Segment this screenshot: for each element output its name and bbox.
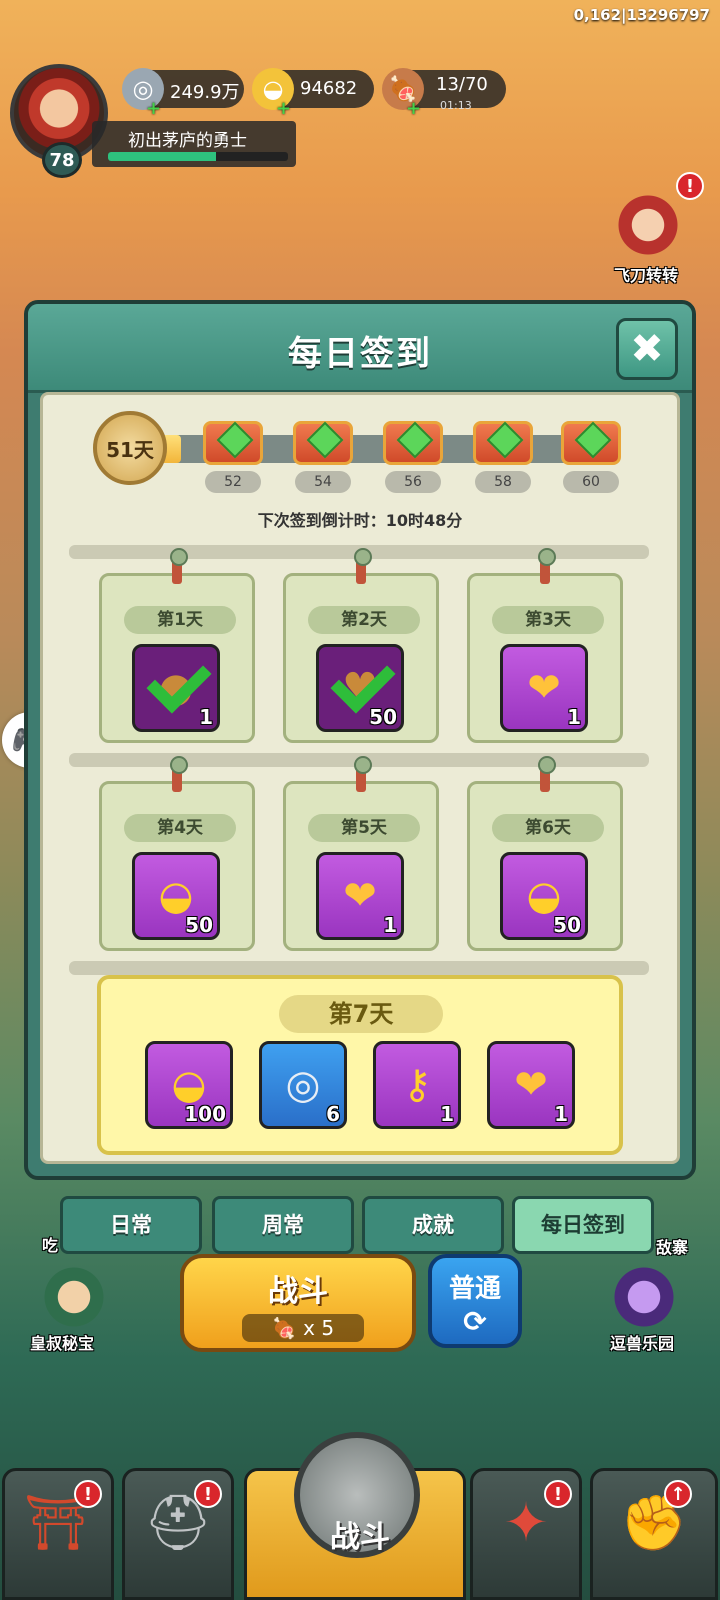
gold-value: 94682 xyxy=(300,78,358,99)
level-badge: 78 xyxy=(42,142,82,178)
heroes-alert-icon: ! xyxy=(544,1480,572,1508)
castle-alert-icon: ! xyxy=(74,1480,102,1508)
debug-coordinates: 0,162|13296797 xyxy=(573,6,710,24)
reward-item[interactable]: ◎ 6 xyxy=(259,1041,347,1129)
tab-weekly[interactable]: 周常 xyxy=(212,1196,354,1254)
reward-qty: 6 xyxy=(326,1102,340,1126)
fist-icon: ✊ xyxy=(620,1491,688,1554)
secret-treasure-label[interactable]: 皇叔秘宝 xyxy=(30,1330,94,1354)
reward-chest-52[interactable] xyxy=(203,413,263,465)
reward-qty: 1 xyxy=(199,705,213,729)
day-card-1[interactable]: 第1天 ● 1 xyxy=(99,548,255,743)
reward-item[interactable]: ◒ 50 xyxy=(132,852,220,940)
dialog-header: 每日签到 ✖ xyxy=(28,304,692,393)
day-card-5[interactable]: 第5天 ❤ 1 xyxy=(283,756,439,951)
refresh-icon: ⟳ xyxy=(463,1305,487,1338)
dialog-title: 每日签到 xyxy=(288,334,432,374)
chest-label: 60 xyxy=(563,471,619,493)
flying-knife-alert-icon: ! xyxy=(676,172,704,200)
tab-daily-signin[interactable]: 每日签到 xyxy=(512,1196,654,1254)
stamina-timer: 01:13 xyxy=(440,99,472,112)
shelf xyxy=(69,961,649,975)
reward-chest-60[interactable] xyxy=(561,413,621,465)
nav-upgrade[interactable]: ✊ xyxy=(590,1468,718,1600)
silver-resource[interactable]: ◎ + 249.9万 xyxy=(122,68,244,119)
day-label: 第7天 xyxy=(279,995,443,1033)
pin-head xyxy=(538,548,556,566)
day-card-4[interactable]: 第4天 ◒ 50 xyxy=(99,756,255,951)
pin-head xyxy=(354,756,372,774)
signin-countdown: 下次签到倒计时：10时48分 xyxy=(257,511,463,530)
tab-daily[interactable]: 日常 xyxy=(60,1196,202,1254)
daily-signin-dialog: 每日签到 ✖ 51天 52 54 56 58 60 下次签到倒计时：10时48分… xyxy=(24,300,696,1180)
upgrade-arrow-icon: ↑ xyxy=(664,1480,692,1508)
xp-bar xyxy=(108,152,288,161)
reward-qty: 50 xyxy=(553,913,581,937)
player-title: 初出茅庐的勇士 xyxy=(128,131,247,151)
beast-park-label[interactable]: 逗兽乐园 xyxy=(610,1330,674,1354)
flying-knife-event-icon[interactable] xyxy=(608,190,688,260)
reward-qty: 100 xyxy=(184,1102,226,1126)
reward-qty: 1 xyxy=(383,913,397,937)
day-label: 第3天 xyxy=(492,606,604,634)
reward-item: ♥ 50 xyxy=(316,644,404,732)
reward-item[interactable]: ❤ 1 xyxy=(316,852,404,940)
reward-qty: 1 xyxy=(440,1102,454,1126)
reward-item[interactable]: ◒ 100 xyxy=(145,1041,233,1129)
gold-resource[interactable]: ◒ + 94682 xyxy=(252,68,374,119)
days-signed-medal: 51天 xyxy=(93,411,167,485)
dialog-body: 51天 52 54 56 58 60 下次签到倒计时：10时48分 第1天 ● … xyxy=(40,392,680,1164)
silver-plus-icon[interactable]: + xyxy=(146,98,161,119)
chest-label: 58 xyxy=(475,471,531,493)
mode-label: 普通 xyxy=(448,1274,501,1304)
reward-qty: 50 xyxy=(185,913,213,937)
tab-achievements[interactable]: 成就 xyxy=(362,1196,504,1254)
stamina-value: 13/70 xyxy=(436,74,488,95)
reward-qty: 1 xyxy=(567,705,581,729)
day-card-3[interactable]: 第3天 ❤ 1 xyxy=(467,548,623,743)
reward-qty: 1 xyxy=(554,1102,568,1126)
day-label: 第6天 xyxy=(492,814,604,842)
day-label: 第2天 xyxy=(308,606,420,634)
silver-value: 249.9万 xyxy=(170,82,240,103)
battle-cost: 🍖 x 5 xyxy=(242,1314,364,1342)
close-button[interactable]: ✖ xyxy=(616,318,678,380)
reward-item[interactable]: ⚷ 1 xyxy=(373,1041,461,1129)
chest-label: 54 xyxy=(295,471,351,493)
day-label: 第4天 xyxy=(124,814,236,842)
reward-item[interactable]: ◒ 50 xyxy=(500,852,588,940)
day-card-7[interactable]: 第7天 ◒ 100 ◎ 6 ⚷ 1 ❤ 1 xyxy=(97,975,623,1155)
chest-label: 52 xyxy=(205,471,261,493)
reward-item[interactable]: ❤ 1 xyxy=(487,1041,575,1129)
beast-park-icon[interactable] xyxy=(604,1262,684,1332)
left-event-label[interactable]: 吃 xyxy=(42,1232,58,1256)
mode-button[interactable]: 普通 ⟳ xyxy=(428,1254,522,1348)
battle-label: 战斗 xyxy=(268,1274,328,1309)
pin-head xyxy=(354,548,372,566)
day-label: 第5天 xyxy=(308,814,420,842)
reward-item: ● 1 xyxy=(132,644,220,732)
reward-qty: 50 xyxy=(369,705,397,729)
reward-chest-58[interactable] xyxy=(473,413,533,465)
day-label: 第1天 xyxy=(124,606,236,634)
chest-label: 56 xyxy=(385,471,441,493)
xp-fill xyxy=(108,152,216,161)
battle-button[interactable]: 战斗 🍖 x 5 xyxy=(180,1254,416,1352)
pin-head xyxy=(538,756,556,774)
reward-item[interactable]: ❤ 1 xyxy=(500,644,588,732)
equipment-alert-icon: ! xyxy=(194,1480,222,1508)
reward-chest-56[interactable] xyxy=(383,413,443,465)
stamina-plus-icon[interactable]: + xyxy=(406,98,421,119)
reward-chest-54[interactable] xyxy=(293,413,353,465)
day-card-2[interactable]: 第2天 ♥ 50 xyxy=(283,548,439,743)
pin-head xyxy=(170,548,188,566)
day-card-6[interactable]: 第6天 ◒ 50 xyxy=(467,756,623,951)
secret-treasure-icon[interactable] xyxy=(34,1262,114,1332)
gold-plus-icon[interactable]: + xyxy=(276,98,291,119)
stamina-resource[interactable]: 🍖 + 13/70 01:13 xyxy=(382,68,506,119)
enemy-camp-label[interactable]: 敌寨 xyxy=(656,1234,688,1258)
battle-cost-value: x 5 xyxy=(303,1316,335,1340)
flying-knife-label[interactable]: 飞刀转转 xyxy=(614,262,678,286)
pin-head xyxy=(170,756,188,774)
